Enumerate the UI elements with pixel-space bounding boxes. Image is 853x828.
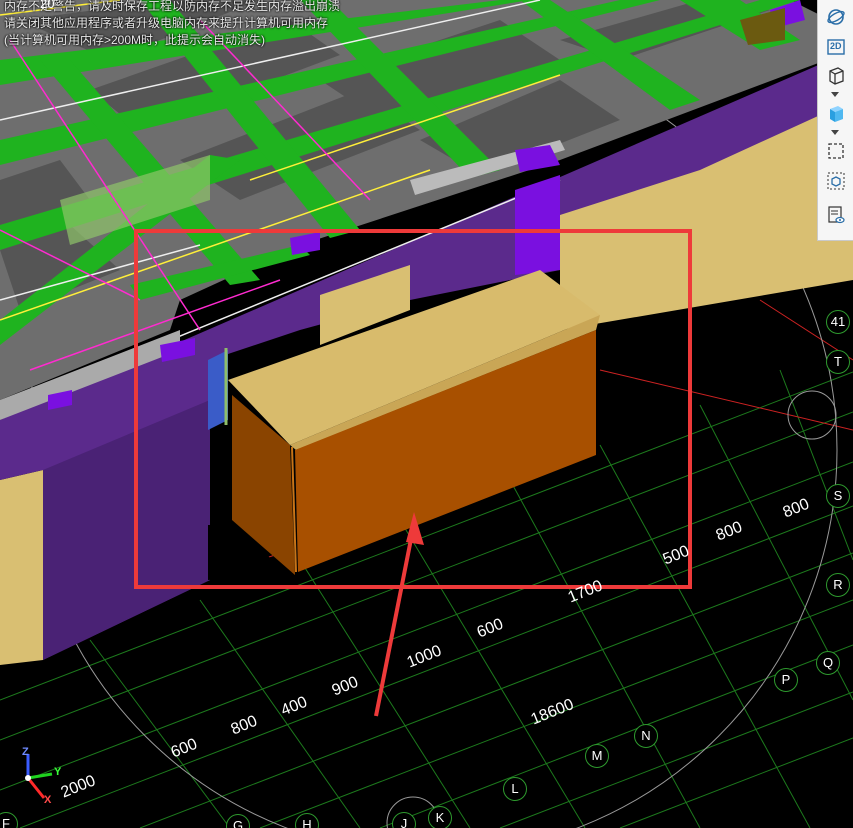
view-3d-button[interactable] xyxy=(824,64,848,86)
warning-line-2: 请关闭其他应用程序或者升级电脑内存来提升计算机可用内存 xyxy=(4,16,329,30)
axis-bubble-s[interactable]: S xyxy=(826,484,850,508)
axis-bubble-l[interactable]: L xyxy=(503,777,527,801)
axis-bubble-r[interactable]: R xyxy=(826,573,850,597)
shaded-cube-icon xyxy=(830,106,843,122)
display-settings-button[interactable] xyxy=(824,204,848,226)
list-eye-icon xyxy=(828,206,845,224)
shaded-view-button[interactable] xyxy=(824,102,848,124)
dashed-rectangle-icon xyxy=(828,143,844,159)
axis-bubble-q[interactable]: Q xyxy=(816,651,840,675)
coordinate-triad: Z Y X xyxy=(16,746,66,808)
cad-viewport[interactable]: 内存不足警告，请及时保存工程以防内存不足发生内存溢出崩溃 请关闭其他应用程序或者… xyxy=(0,0,853,828)
axis-z-label: Z xyxy=(22,746,29,758)
axis-bubble-k[interactable]: K xyxy=(428,806,452,828)
cube-view-icon xyxy=(829,67,844,85)
grid-label-top: 20 xyxy=(40,0,55,11)
cube-select-icon xyxy=(827,172,845,190)
axis-bubble-p[interactable]: P xyxy=(774,668,798,692)
axis-bubble-m[interactable]: M xyxy=(585,744,609,768)
warning-line-3: (当计算机可用内存>200M时，此提示会自动消失) xyxy=(4,33,266,47)
axis-y-label: Y xyxy=(54,766,62,778)
2d-label: 2D xyxy=(830,41,842,51)
model-3d-scene[interactable] xyxy=(0,0,853,828)
dynamic-observe-button[interactable] xyxy=(824,170,848,192)
view-toolbar: 2D xyxy=(817,0,853,241)
region-select-button[interactable] xyxy=(824,140,848,162)
view-2d-button[interactable]: 2D xyxy=(824,36,848,58)
orbit-button[interactable] xyxy=(824,6,848,28)
axis-bubble-41[interactable]: 41 xyxy=(826,310,850,334)
orbit-icon xyxy=(827,9,845,25)
axis-x-label: X xyxy=(44,794,52,806)
axis-bubble-t[interactable]: T xyxy=(826,350,850,374)
view-3d-dropdown[interactable] xyxy=(831,92,839,97)
shaded-view-dropdown[interactable] xyxy=(831,130,839,135)
axis-bubble-n[interactable]: N xyxy=(634,724,658,748)
